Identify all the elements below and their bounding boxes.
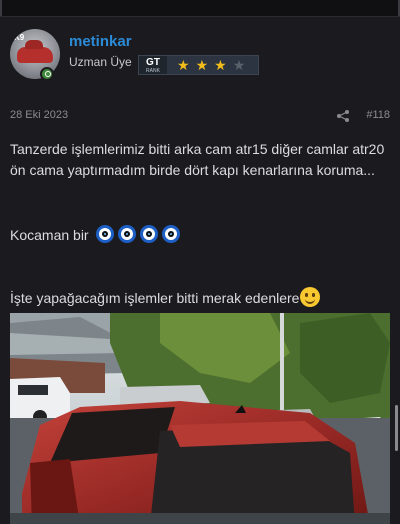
rank-badge: GT RANK ★★★★ (138, 55, 259, 75)
star-icon: ★ (195, 57, 215, 73)
star-icon: ★ (214, 57, 233, 73)
rank-stars: ★★★★ (177, 56, 251, 74)
star-icon: ★ (177, 57, 196, 73)
post-author: K9 metinkar Uzman Üye GT RANK ★★★★ (8, 29, 392, 99)
avatar-tag: K9 (14, 33, 25, 42)
post-paragraph: Kocaman bir (10, 225, 181, 246)
nazar-bead-emoji (96, 225, 115, 243)
avatar-car-image (17, 40, 53, 63)
share-icon[interactable] (336, 109, 350, 123)
nazar-bead-emoji (140, 225, 159, 243)
post-date[interactable]: 28 Eki 2023 (10, 109, 68, 121)
user-role: Uzman Üye (69, 55, 132, 69)
left-border (0, 0, 2, 16)
post-number-link[interactable]: #118 (366, 109, 390, 121)
post-paragraph: İşte yapağacağım işlemler bitti merak ed… (10, 287, 321, 309)
smile-emoji (300, 287, 321, 307)
forum-post: K9 metinkar Uzman Üye GT RANK ★★★★ 28 Ek… (0, 16, 400, 524)
username-link[interactable]: metinkar (69, 33, 132, 50)
online-status-icon (40, 67, 54, 81)
post-meta: 28 Eki 2023 #118 (10, 109, 390, 125)
nazar-bead-emoji (118, 225, 137, 243)
gt-rank-logo: GT RANK (139, 56, 167, 74)
red-car-rear-photo[interactable] (10, 313, 390, 524)
scrollbar[interactable] (395, 405, 398, 451)
nazar-bead-emoji (162, 225, 181, 243)
post-paragraph: Tanzerde işlemlerimiz bitti arka cam atr… (10, 141, 385, 178)
previous-post-edge (0, 0, 400, 16)
star-empty-icon: ★ (232, 57, 252, 73)
